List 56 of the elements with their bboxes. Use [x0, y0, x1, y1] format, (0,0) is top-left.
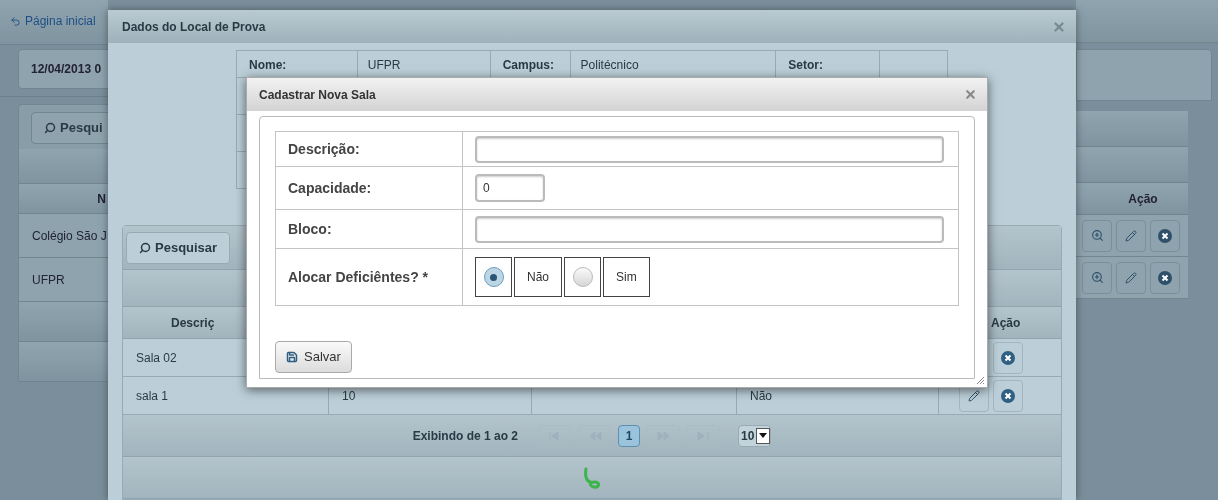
page-button[interactable]: 1 [618, 424, 640, 447]
text-field[interactable] [475, 135, 944, 163]
pencil-icon [1125, 271, 1137, 284]
column-header: Ação [1128, 190, 1158, 208]
save-icon [286, 351, 298, 363]
delete-icon [1158, 270, 1172, 285]
zoom-icon [1090, 271, 1104, 284]
search-icon [44, 122, 56, 134]
close-button[interactable] [1052, 19, 1066, 34]
delete-icon [1001, 388, 1015, 403]
table-cell-text: sala 1 [136, 387, 169, 405]
squiggle-icon [584, 466, 600, 489]
radio-button[interactable] [564, 257, 601, 297]
dialog-title: Cadastrar Nova Sala [259, 86, 376, 104]
pager-summary: Exibindo de 1 ao 2 [412, 427, 518, 445]
info-value: UFPR [367, 58, 401, 72]
page-size-select[interactable]: 10 [738, 424, 772, 447]
radio-button[interactable] [475, 257, 512, 297]
pencil-icon [1125, 229, 1137, 242]
field-label: Bloco: [288, 219, 332, 239]
view-button[interactable] [1082, 261, 1112, 294]
text-field[interactable] [475, 215, 944, 243]
field-label: Capacidade: [288, 178, 372, 198]
field-label: Descrição: [288, 139, 360, 159]
search-icon [139, 242, 151, 254]
view-button[interactable] [1082, 219, 1112, 252]
column-header: Descriç [171, 314, 215, 332]
field-label: Alocar Deficiêntes? * [288, 267, 429, 287]
table-cell-text: Sala 02 [136, 349, 177, 367]
table-cell-text: UFPR [32, 271, 65, 289]
table-cell-text: 10 [342, 387, 356, 405]
search-button[interactable]: Pesquisar [126, 232, 231, 264]
delete-icon [1158, 228, 1172, 243]
radio-label: Sim [603, 257, 650, 297]
table-cell-text: Colégio São J [32, 227, 107, 245]
zoom-icon [1090, 229, 1104, 242]
delete-button[interactable] [993, 341, 1023, 374]
close-button[interactable] [964, 88, 977, 101]
column-header: Ação [991, 314, 1021, 332]
pencil-icon [968, 389, 980, 402]
info-value: Politécnico [580, 58, 639, 72]
radio-label: Não [514, 257, 562, 297]
search-button[interactable]: Pesqui [31, 112, 108, 144]
number-field[interactable]: 0 [475, 174, 545, 202]
back-arrow-icon [10, 15, 21, 27]
save-button[interactable]: Salvar [275, 341, 352, 373]
table-cell-text: Não [750, 387, 772, 405]
date-button[interactable]: 12/04/2013 0 [18, 49, 108, 89]
delete-icon [1001, 350, 1015, 365]
column-header: N [97, 190, 106, 208]
delete-button[interactable] [1150, 219, 1180, 252]
dialog-title: Dados do Local de Prova [122, 18, 266, 36]
delete-button[interactable] [993, 379, 1023, 412]
delete-button[interactable] [1150, 261, 1180, 294]
resize-grip-icon [975, 375, 985, 385]
caret-icon [759, 433, 768, 438]
